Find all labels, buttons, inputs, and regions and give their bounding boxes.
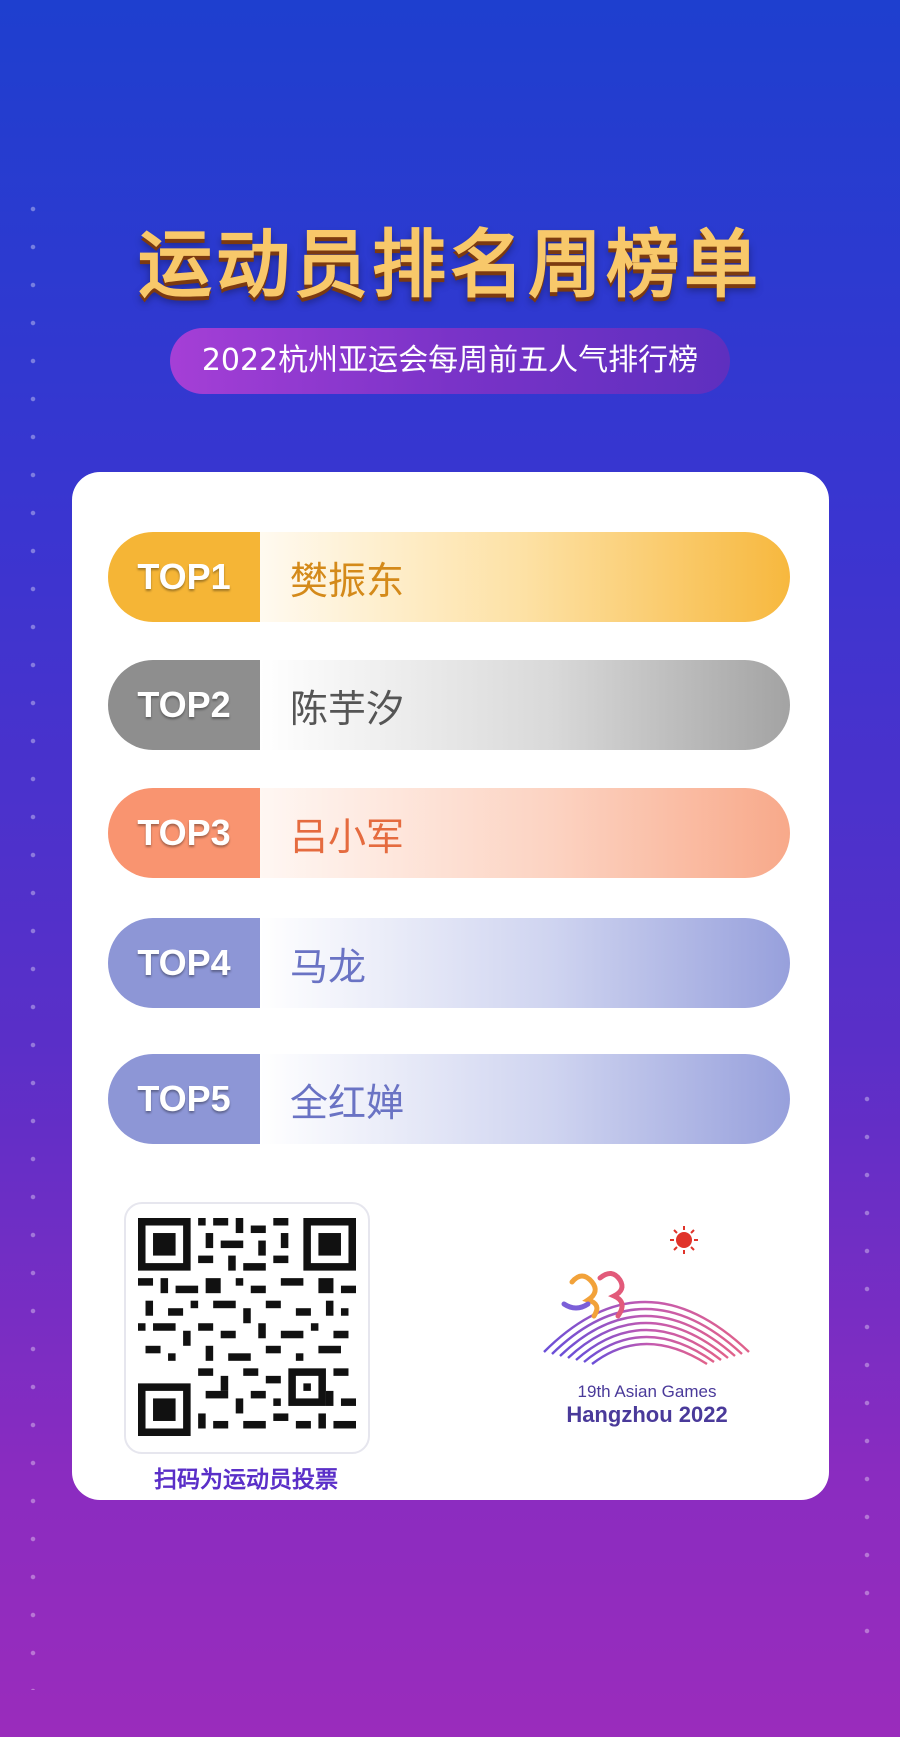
rank-tag-2: TOP2: [108, 660, 260, 750]
athlete-name-3: 吕小军: [260, 788, 790, 878]
page-title: 运动员排名周榜单: [138, 222, 762, 308]
rank-row-4[interactable]: TOP4 马龙: [108, 918, 790, 1008]
athlete-name-1: 樊振东: [260, 532, 790, 622]
decorative-dots-left: [30, 190, 36, 1690]
rank-row-3[interactable]: TOP3 吕小军: [108, 788, 790, 878]
logo-caption-edition: 19th Asian Games: [577, 1382, 717, 1401]
athlete-name-5: 全红婵: [260, 1054, 790, 1144]
qr-caption: 扫码为运动员投票: [154, 1467, 338, 1493]
rank-tag-4: TOP4: [108, 918, 260, 1008]
qr-code-icon: [138, 1218, 356, 1436]
rank-tag-3: TOP3: [108, 788, 260, 878]
rank-row-5[interactable]: TOP5 全红婵: [108, 1054, 790, 1144]
rank-tag-1: TOP1: [108, 532, 260, 622]
athlete-name-4: 马龙: [260, 918, 790, 1008]
rank-row-2[interactable]: TOP2 陈芋汐: [108, 660, 790, 750]
decorative-dots-right: [864, 1080, 870, 1640]
logo-caption-city: Hangzhou 2022: [566, 1402, 728, 1427]
athlete-name-2: 陈芋汐: [260, 660, 790, 750]
rank-tag-5: TOP5: [108, 1054, 260, 1144]
subtitle-banner: 2022杭州亚运会每周前五人气排行榜: [170, 328, 730, 394]
rank-row-1[interactable]: TOP1 樊振东: [108, 532, 790, 622]
ranking-card: TOP1 樊振东 TOP2 陈芋汐 TOP3 吕小军 TOP4 马龙 TOP5 …: [72, 472, 829, 1500]
vote-qr-code[interactable]: [124, 1202, 370, 1454]
